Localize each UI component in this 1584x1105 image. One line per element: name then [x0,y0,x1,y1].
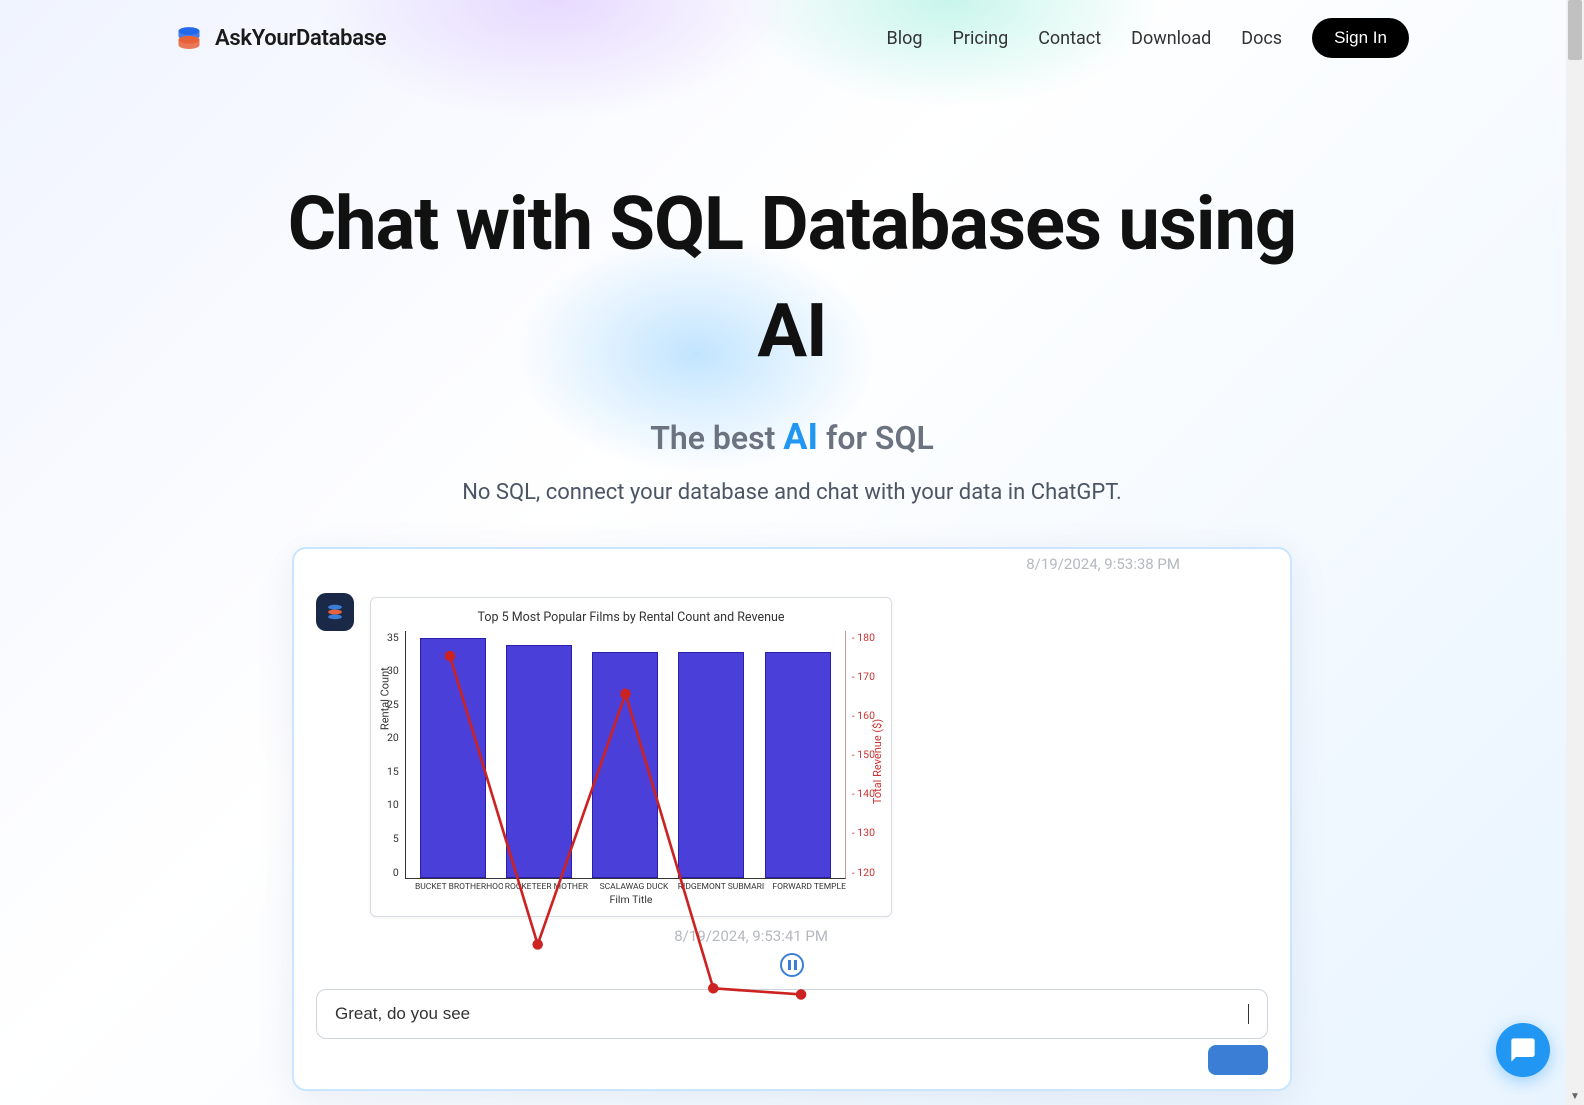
x-axis-labels: BUCKET BROTHERHOOD ROCKETEER MOTHER SCAL… [387,882,875,892]
ytick: 120 [852,866,875,879]
bar-1 [506,645,572,878]
hero-section: Chat with SQL Databases using AI The bes… [0,171,1584,505]
chat-bubble-icon [1509,1036,1537,1064]
plot-area [405,631,846,879]
xtick: RIDGEMONT SUBMARINE [678,882,766,892]
page-scrollbar[interactable]: ▲ ▼ [1566,0,1584,1105]
xtick: ROCKETEER MOTHER [503,882,591,892]
main-nav: Blog Pricing Contact Download Docs Sign … [887,18,1409,58]
scroll-down-arrow[interactable]: ▼ [1568,1087,1582,1105]
subtitle-pre: The best [650,419,783,457]
bar-2 [592,652,658,878]
hero-title-line1: Chat with SQL Databases using [288,181,1296,268]
bar-3 [678,652,744,878]
x-axis-title: Film Title [387,893,875,906]
signin-button[interactable]: Sign In [1312,18,1409,58]
bot-avatar-icon [316,593,354,631]
nav-docs[interactable]: Docs [1241,28,1282,49]
chat-input-row [316,989,1268,1039]
user-timestamp: 8/19/2024, 9:53:41 PM [316,927,828,945]
nav-contact[interactable]: Contact [1038,28,1101,49]
site-header: AskYourDatabase Blog Pricing Contact Dow… [0,0,1584,76]
hero-title: Chat with SQL Databases using AI [0,171,1584,386]
response-timestamp: 8/19/2024, 9:53:38 PM [1026,555,1180,573]
chart-title: Top 5 Most Popular Films by Rental Count… [387,610,875,625]
ytick: 20 [387,731,399,744]
chat-input[interactable] [335,1004,1248,1024]
brand-group[interactable]: AskYourDatabase [175,24,386,52]
brand-name: AskYourDatabase [215,26,386,51]
nav-pricing[interactable]: Pricing [953,28,1009,49]
ytick: 0 [393,866,399,879]
hero-subtitle: The best AI for SQL [0,416,1584,458]
xtick: SCALAWAG DUCK [590,882,678,892]
ytick: 5 [393,832,399,845]
xtick: BUCKET BROTHERHOOD [415,882,503,892]
text-cursor [1248,1004,1249,1024]
ytick: 35 [387,631,399,644]
support-chat-bubble[interactable] [1496,1023,1550,1077]
chart-card: Top 5 Most Popular Films by Rental Count… [370,597,892,917]
database-stack-icon [175,24,203,52]
ytick: 130 [852,826,875,839]
bar-4 [765,652,831,878]
bar-0 [420,638,486,878]
ytick: 180 [852,631,875,644]
xtick: FORWARD TEMPLE [765,882,853,892]
nav-blog[interactable]: Blog [887,28,923,49]
pause-icon[interactable] [780,953,804,977]
subtitle-ai: AI [783,416,818,458]
demo-chat-window: 8/19/2024, 9:53:38 PM Top 5 Most Popular… [292,547,1292,1091]
ytick: 170 [852,670,875,683]
subtitle-post: for SQL [818,419,934,457]
y-axis-right-label: Total Revenue ($) [871,718,884,803]
ytick: 15 [387,765,399,778]
y-axis-left-label: Rental Count [379,667,392,730]
bar-series [406,631,845,878]
ytick: 10 [387,798,399,811]
hero-title-line2: AI [757,288,826,375]
hero-description: No SQL, connect your database and chat w… [0,480,1584,505]
nav-download[interactable]: Download [1131,28,1211,49]
send-button[interactable] [1208,1045,1268,1075]
